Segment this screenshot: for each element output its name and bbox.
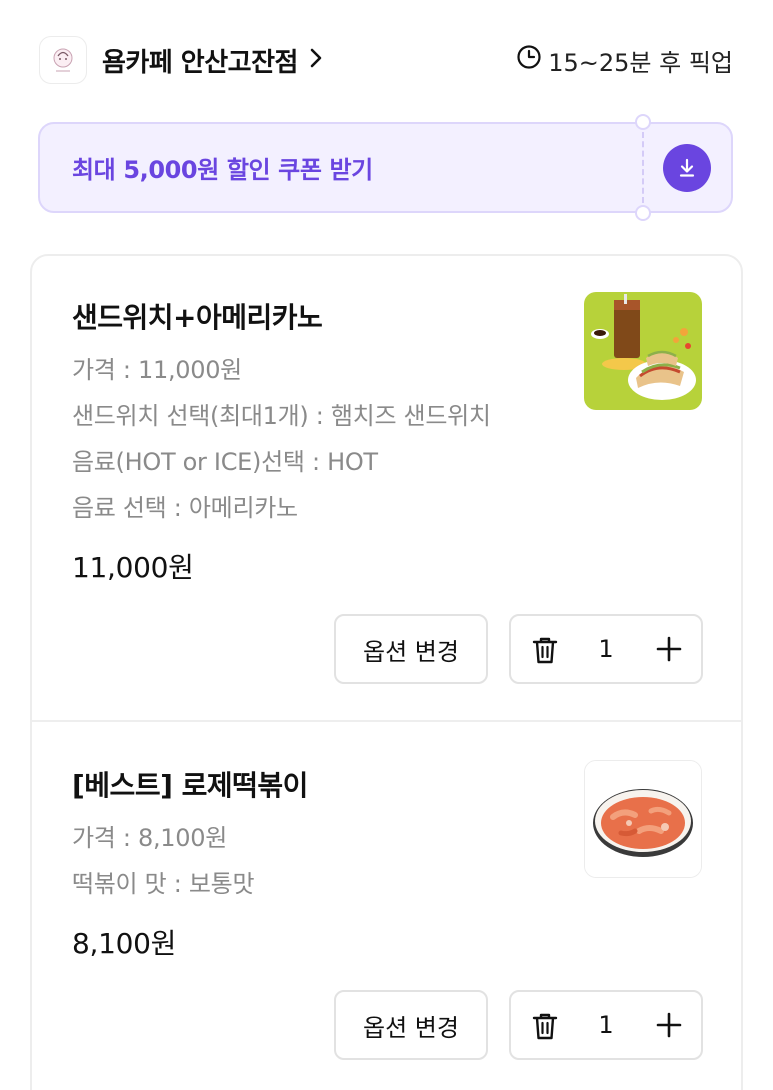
- cart-list: 샌드위치+아메리카노 가격 : 11,000원 샌드위치 선택(최대1개) : …: [30, 254, 743, 1090]
- store-name-link[interactable]: 욤카페 안산고잔점: [102, 40, 324, 80]
- item-total: 8,100원: [72, 927, 177, 960]
- item-option: 샌드위치 선택(최대1개) : 햄치즈 샌드위치: [72, 402, 491, 430]
- coupon-notch-top: [635, 114, 651, 130]
- item-total: 11,000원: [72, 551, 194, 584]
- trash-icon[interactable]: [525, 630, 565, 670]
- quantity-stepper: 1: [509, 614, 703, 684]
- pickup-time-text: 15~25분 후 픽업: [548, 48, 733, 77]
- cart-item: [베스트] 로제떡볶이 가격 : 8,100원 떡볶이 맛 : 보통맛 8,10…: [32, 722, 741, 1090]
- store-logo: [39, 36, 87, 84]
- plus-icon[interactable]: [649, 629, 689, 669]
- cart-page: 욤카페 안산고잔점 15~25분 후 픽업 최대 5,000원 할인 쿠폰 받기: [0, 0, 773, 1090]
- trash-icon[interactable]: [525, 1006, 565, 1046]
- coupon-label: 최대 5,000원 할인 쿠폰 받기: [72, 156, 373, 184]
- chevron-right-icon: [308, 46, 324, 75]
- clock-icon: [516, 44, 542, 76]
- item-name: 샌드위치+아메리카노: [72, 301, 323, 334]
- item-option: 음료(HOT or ICE)선택 : HOT: [72, 448, 378, 476]
- coupon-divider: [642, 132, 644, 203]
- item-option: 음료 선택 : 아메리카노: [72, 494, 298, 522]
- store-name: 욤카페 안산고잔점: [102, 47, 298, 78]
- change-option-button[interactable]: 옵션 변경: [334, 990, 488, 1060]
- item-image-rose-tteokbokki: [584, 760, 702, 878]
- item-name: [베스트] 로제떡볶이: [72, 769, 308, 802]
- quantity-value: 1: [598, 1011, 614, 1039]
- coupon-notch-bottom: [635, 205, 651, 221]
- coupon-banner[interactable]: 최대 5,000원 할인 쿠폰 받기: [38, 114, 733, 221]
- item-option: 가격 : 8,100원: [72, 824, 227, 852]
- pickup-time: 15~25분 후 픽업: [516, 40, 733, 80]
- store-header: 욤카페 안산고잔점 15~25분 후 픽업: [0, 0, 773, 120]
- quantity-value: 1: [598, 635, 614, 663]
- change-option-button[interactable]: 옵션 변경: [334, 614, 488, 684]
- cart-item: 샌드위치+아메리카노 가격 : 11,000원 샌드위치 선택(최대1개) : …: [32, 256, 741, 722]
- download-icon[interactable]: [663, 144, 711, 192]
- item-option: 떡볶이 맛 : 보통맛: [72, 870, 255, 898]
- quantity-stepper: 1: [509, 990, 703, 1060]
- item-option: 가격 : 11,000원: [72, 356, 242, 384]
- item-image-sandwich-americano: [584, 292, 702, 410]
- plus-icon[interactable]: [649, 1005, 689, 1045]
